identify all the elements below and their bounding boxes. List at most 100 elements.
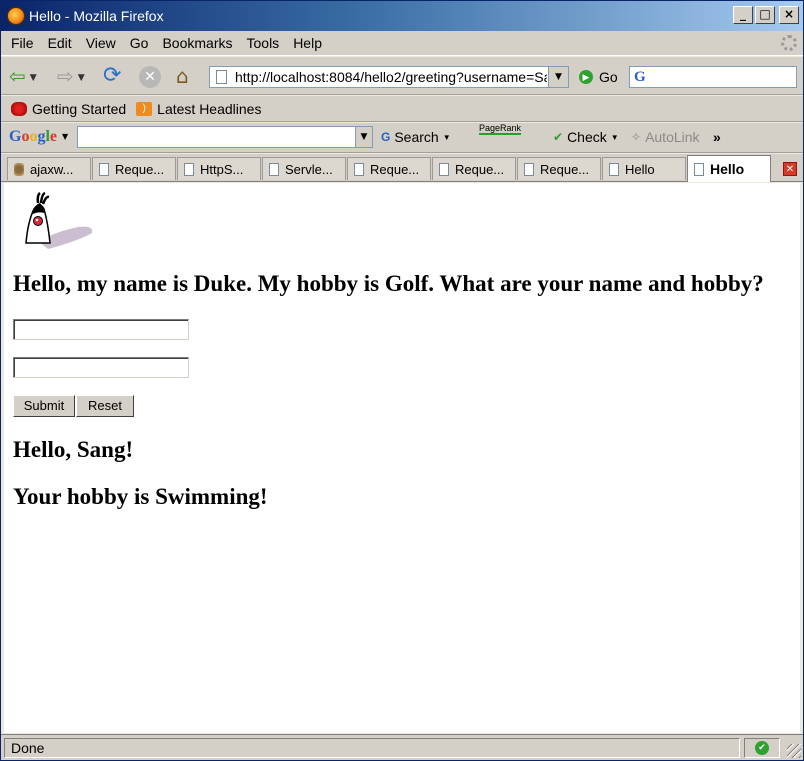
- search-box[interactable]: G: [629, 66, 797, 88]
- spell-check-icon: ✔: [553, 130, 564, 144]
- page-tab-icon: [694, 162, 704, 176]
- menu-file[interactable]: File: [1, 35, 41, 51]
- search-dropdown-icon[interactable]: ▼: [443, 133, 451, 142]
- forward-dropdown-icon[interactable]: ▼: [78, 73, 85, 83]
- page-tab-icon: [184, 162, 194, 176]
- submit-button[interactable]: Submit: [13, 395, 75, 417]
- google-search-label: Search: [394, 129, 439, 145]
- back-button[interactable]: ⇦ ▼: [9, 64, 37, 88]
- check-label: Check: [567, 129, 607, 145]
- bookmark-getting-started[interactable]: Getting Started: [11, 101, 126, 117]
- status-indicator[interactable]: ✔: [744, 738, 780, 758]
- menu-view[interactable]: View: [79, 35, 123, 51]
- page-heading: Hello, my name is Duke. My hobby is Golf…: [13, 271, 764, 296]
- autolink-wand-icon: ✧: [631, 130, 642, 144]
- home-button[interactable]: ⌂: [176, 64, 189, 88]
- tab-https[interactable]: HttpS...: [177, 157, 261, 180]
- google-g-icon: G: [381, 130, 391, 144]
- tab-servlet[interactable]: Servle...: [262, 157, 346, 180]
- bookmark-latest-headlines[interactable]: ) Latest Headlines: [136, 101, 261, 117]
- tab-label: ajaxw...: [30, 161, 74, 177]
- status-text: Done: [4, 738, 740, 758]
- tab-request-1[interactable]: Reque...: [92, 157, 176, 180]
- tab-label: Reque...: [370, 161, 420, 177]
- google-search-history-dropdown[interactable]: ▼: [355, 127, 372, 147]
- tab-label: HttpS...: [200, 161, 244, 177]
- name-field[interactable]: [13, 319, 189, 340]
- google-search-button[interactable]: G Search ▼: [381, 129, 451, 145]
- bookmark-label: Getting Started: [32, 100, 127, 117]
- google-search-input[interactable]: ▼: [77, 126, 373, 148]
- menu-bar: File Edit View Go Bookmarks Tools Help: [1, 31, 803, 56]
- tab-hello-active[interactable]: Hello: [687, 155, 771, 182]
- hobby-response: Your hobby is Swimming!: [13, 484, 268, 509]
- tab-ajaxw[interactable]: ajaxw...: [7, 157, 91, 180]
- check-dropdown-icon[interactable]: ▼: [611, 133, 619, 142]
- page-content: Hello, my name is Duke. My hobby is Golf…: [4, 183, 800, 733]
- tab-label: Reque...: [540, 161, 590, 177]
- address-bar[interactable]: http://localhost:8084/hello2/greeting?us…: [209, 66, 569, 88]
- tab-label: Reque...: [115, 161, 165, 177]
- window-title: Hello - Mozilla Firefox: [29, 8, 164, 24]
- url-history-dropdown[interactable]: ▼: [548, 67, 568, 87]
- menu-tools[interactable]: Tools: [240, 35, 287, 51]
- minimize-button[interactable]: _: [733, 6, 753, 24]
- tab-bar: ajaxw... Reque... HttpS... Servle... Req…: [1, 154, 803, 182]
- reload-icon: ⟳: [103, 63, 122, 88]
- pagerank-indicator[interactable]: PageRank: [479, 123, 522, 135]
- tab-label: Reque...: [455, 161, 505, 177]
- tab-request-4[interactable]: Reque...: [517, 157, 601, 180]
- title-bar: Hello - Mozilla Firefox _ □ ×: [1, 1, 803, 31]
- google-menu-dropdown-icon[interactable]: ▼: [62, 132, 68, 141]
- maximize-button[interactable]: □: [755, 6, 775, 24]
- forward-button[interactable]: ⇨ ▼: [57, 64, 85, 88]
- close-tab-icon[interactable]: ✕: [783, 162, 797, 176]
- page-tab-icon: [354, 162, 364, 176]
- firefox-icon: [7, 7, 25, 25]
- page-tab-icon: [609, 162, 619, 176]
- throbber-icon: [781, 35, 797, 51]
- autolink-button[interactable]: ✧ AutoLink: [631, 129, 700, 145]
- bookmarks-toolbar: Getting Started ) Latest Headlines: [1, 96, 803, 122]
- forward-arrow-icon: ⇨: [57, 64, 74, 88]
- navigation-toolbar: ⇦ ▼ ⇨ ▼ ⟳ ✕ ⌂ http://localhost:8084/hello2…: [1, 57, 803, 95]
- menu-go[interactable]: Go: [123, 35, 156, 51]
- tab-label: Hello: [625, 161, 655, 177]
- menu-help[interactable]: Help: [286, 35, 329, 51]
- stop-button[interactable]: ✕: [139, 66, 161, 88]
- resize-grip-icon[interactable]: [787, 744, 801, 758]
- hobby-field[interactable]: [13, 357, 189, 378]
- back-arrow-icon: ⇦: [9, 64, 26, 88]
- tab-hello-1[interactable]: Hello: [602, 157, 686, 180]
- stop-icon: ✕: [144, 69, 156, 85]
- go-label: Go: [599, 69, 618, 85]
- go-button[interactable]: ▶ Go: [579, 69, 618, 85]
- tab-label: Hello: [710, 161, 745, 177]
- tab-request-3[interactable]: Reque...: [432, 157, 516, 180]
- page-tab-icon: [439, 162, 449, 176]
- ajax-tab-icon: [14, 162, 24, 176]
- google-engine-icon[interactable]: G: [634, 69, 646, 86]
- pagerank-label: PageRank: [479, 123, 522, 135]
- checkmark-icon: ✔: [755, 741, 769, 755]
- toolbar-overflow-chevron[interactable]: »: [713, 129, 721, 145]
- status-bar: Done ✔: [1, 734, 803, 760]
- page-tab-icon: [524, 162, 534, 176]
- home-icon: ⌂: [176, 64, 189, 88]
- menu-bookmarks[interactable]: Bookmarks: [155, 35, 239, 51]
- url-text[interactable]: http://localhost:8084/hello2/greeting?us…: [235, 69, 547, 85]
- close-window-button[interactable]: ×: [779, 6, 799, 24]
- google-toolbar: Google ▼ ▼ G Search ▼ PageRank ✔ Check ▼…: [1, 123, 803, 153]
- window-controls: _ □ ×: [733, 6, 799, 24]
- reload-button[interactable]: ⟳: [103, 64, 121, 88]
- tab-request-2[interactable]: Reque...: [347, 157, 431, 180]
- spell-check-button[interactable]: ✔ Check ▼: [553, 129, 619, 145]
- reset-button[interactable]: Reset: [76, 395, 134, 417]
- autolink-label: AutoLink: [645, 129, 700, 145]
- google-logo[interactable]: Google: [9, 128, 57, 146]
- back-dropdown-icon[interactable]: ▼: [30, 73, 37, 83]
- page-tab-icon: [99, 162, 109, 176]
- duke-mascot-icon: [25, 191, 93, 249]
- page-tab-icon: [269, 162, 279, 176]
- menu-edit[interactable]: Edit: [41, 35, 79, 51]
